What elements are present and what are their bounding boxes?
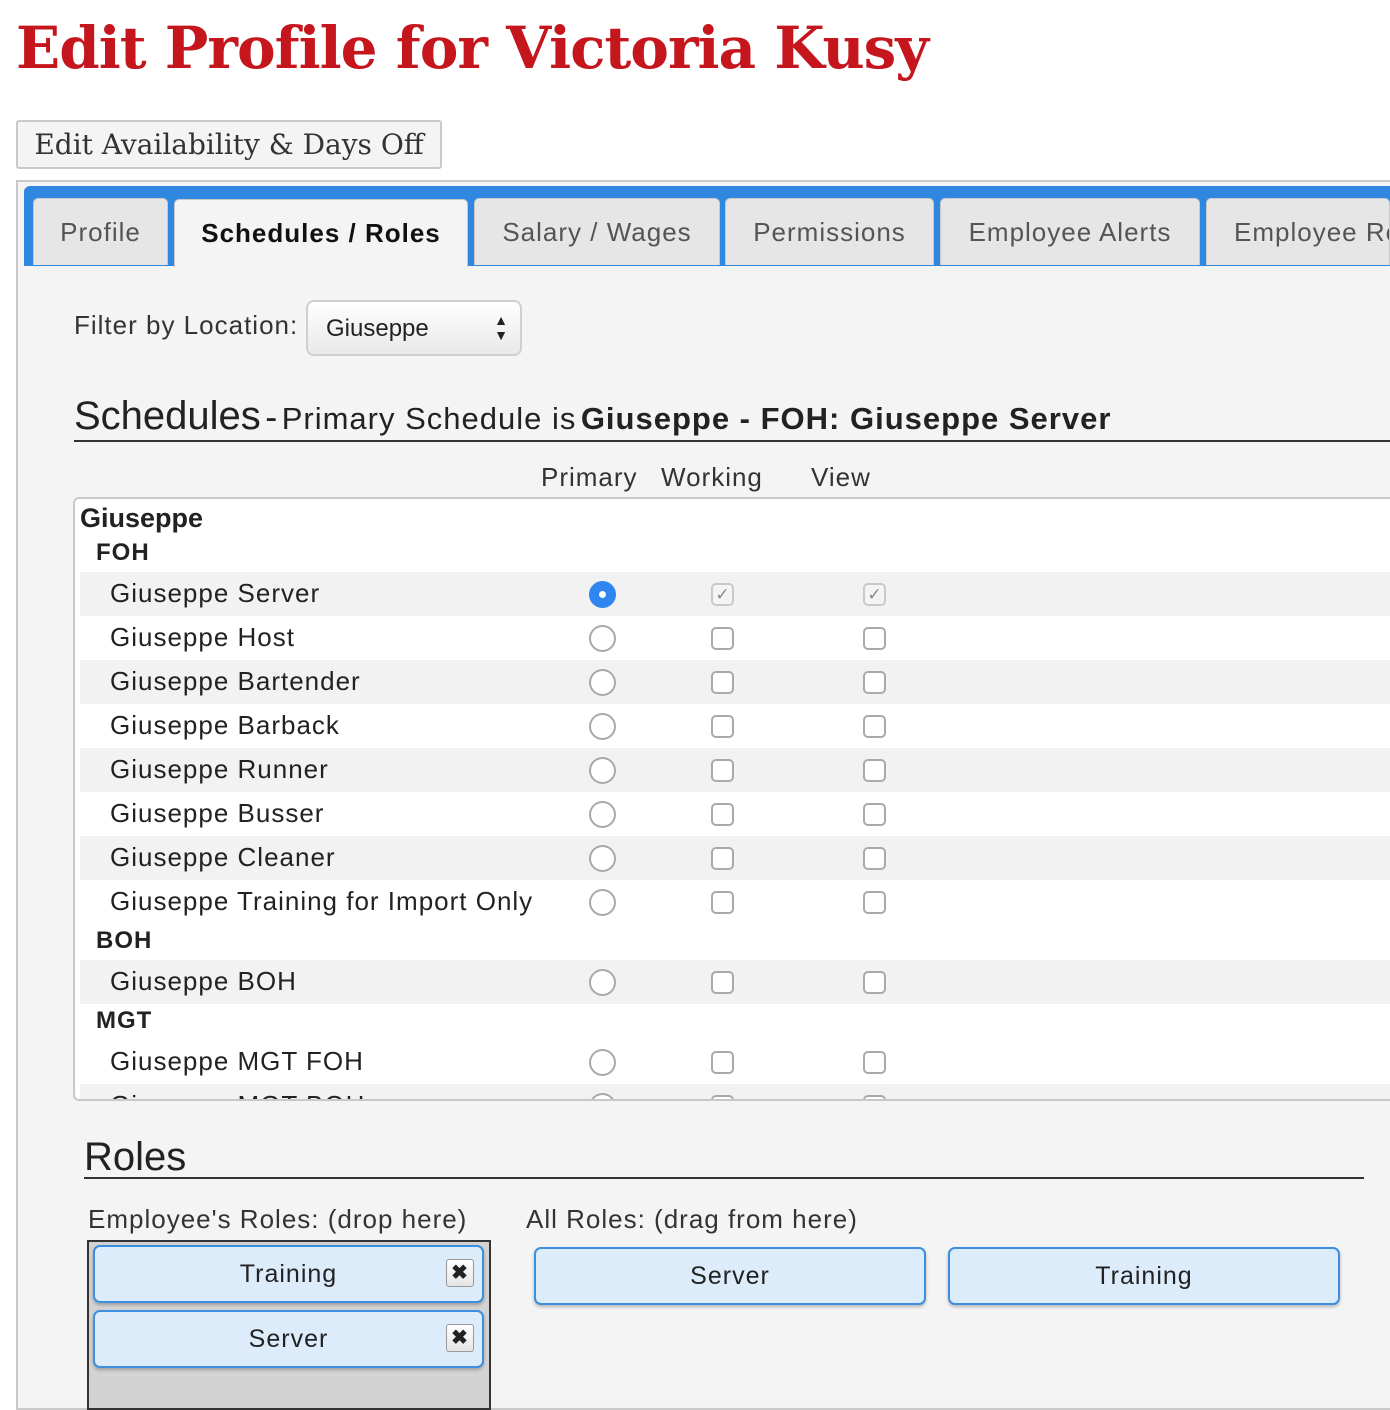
roles-heading: Roles xyxy=(84,1135,1364,1179)
view-checkbox[interactable] xyxy=(863,1095,886,1099)
primary-schedule-value: Giuseppe - FOH: Giuseppe Server xyxy=(580,401,1112,436)
remove-role-icon[interactable]: ✖ xyxy=(446,1324,474,1352)
primary-schedule-prefix: Primary Schedule is xyxy=(281,401,577,436)
group-mgt: MGT xyxy=(96,1007,153,1034)
column-working: Working xyxy=(661,462,763,492)
page-title: Edit Profile for Victoria Kusy xyxy=(16,14,929,82)
view-checkbox[interactable] xyxy=(863,891,886,914)
tab-salary-wages[interactable]: Salary / Wages xyxy=(474,198,720,265)
schedules-separator: - xyxy=(265,396,278,437)
schedule-name: Giuseppe MGT FOH xyxy=(110,1046,364,1076)
working-checkbox[interactable] xyxy=(711,759,734,782)
view-checkbox[interactable]: ✓ xyxy=(863,583,886,606)
working-checkbox[interactable] xyxy=(711,971,734,994)
working-checkbox[interactable] xyxy=(711,847,734,870)
working-checkbox[interactable] xyxy=(711,627,734,650)
primary-radio[interactable] xyxy=(589,845,616,872)
schedule-name: Giuseppe Busser xyxy=(110,798,325,828)
view-checkbox[interactable] xyxy=(863,971,886,994)
edit-availability-button[interactable]: Edit Availability & Days Off xyxy=(16,120,442,169)
role-label: Training xyxy=(1095,1262,1193,1290)
working-checkbox[interactable] xyxy=(711,891,734,914)
role-label: Training xyxy=(239,1260,338,1288)
employee-role-training[interactable]: Training ✖ xyxy=(93,1245,484,1303)
column-primary: Primary xyxy=(541,462,638,492)
primary-radio[interactable] xyxy=(589,889,616,916)
view-checkbox[interactable] xyxy=(863,1051,886,1074)
working-checkbox[interactable] xyxy=(711,1051,734,1074)
schedule-row: Giuseppe Busser xyxy=(80,792,1390,836)
schedule-row: Giuseppe BOH xyxy=(80,960,1390,1004)
schedule-name: Giuseppe Training for Import Only xyxy=(110,886,534,916)
view-checkbox[interactable] xyxy=(863,627,886,650)
schedule-name: Giuseppe Cleaner xyxy=(110,842,336,872)
remove-role-icon[interactable]: ✖ xyxy=(446,1259,474,1287)
available-role-training[interactable]: Training xyxy=(948,1247,1340,1305)
location-select[interactable]: Giuseppe ▲ ▼ xyxy=(306,300,522,356)
schedule-name: Giuseppe Host xyxy=(110,622,295,652)
tab-employee-re[interactable]: Employee Re xyxy=(1206,198,1390,265)
primary-radio[interactable] xyxy=(589,625,616,652)
column-view: View xyxy=(811,462,871,492)
primary-radio[interactable] xyxy=(589,581,616,608)
available-role-server[interactable]: Server xyxy=(534,1247,926,1305)
tab-schedules-roles[interactable]: Schedules / Roles xyxy=(174,199,468,267)
schedule-row: Giuseppe Bartender xyxy=(80,660,1390,704)
working-checkbox[interactable] xyxy=(711,715,734,738)
primary-radio[interactable] xyxy=(589,1093,616,1099)
role-label: Server xyxy=(690,1262,770,1290)
primary-radio[interactable] xyxy=(589,669,616,696)
schedule-name: Giuseppe Barback xyxy=(110,710,340,740)
group-boh: BOH xyxy=(96,927,153,954)
tab-profile[interactable]: Profile xyxy=(33,198,168,265)
primary-radio[interactable] xyxy=(589,969,616,996)
schedule-row: Giuseppe MGT BOH xyxy=(80,1084,1390,1099)
schedule-name: Giuseppe Server xyxy=(110,578,321,608)
location-select-value: Giuseppe xyxy=(326,315,429,342)
working-checkbox[interactable] xyxy=(711,671,734,694)
primary-radio[interactable] xyxy=(589,801,616,828)
schedule-name: Giuseppe Runner xyxy=(110,754,329,784)
primary-radio[interactable] xyxy=(589,713,616,740)
schedule-row: Giuseppe Runner xyxy=(80,748,1390,792)
view-checkbox[interactable] xyxy=(863,671,886,694)
schedule-row: Giuseppe Training for Import Only xyxy=(80,880,1390,924)
schedule-row: Giuseppe Server ✓ ✓ xyxy=(80,572,1390,616)
schedule-row: Giuseppe Cleaner xyxy=(80,836,1390,880)
view-checkbox[interactable] xyxy=(863,715,886,738)
tab-employee-alerts[interactable]: Employee Alerts xyxy=(940,198,1200,265)
view-checkbox[interactable] xyxy=(863,759,886,782)
schedule-row: Giuseppe MGT FOH xyxy=(80,1040,1390,1084)
working-checkbox[interactable] xyxy=(711,803,734,826)
schedule-name: Giuseppe Bartender xyxy=(110,666,361,696)
all-roles-label: All Roles: (drag from here) xyxy=(526,1204,858,1234)
primary-radio[interactable] xyxy=(589,1049,616,1076)
select-arrows-icon: ▲ ▼ xyxy=(494,312,508,343)
schedule-list[interactable]: Giuseppe FOH BOH MGT Giuseppe Server ✓ ✓ Gi… xyxy=(73,497,1390,1101)
location-name: Giuseppe xyxy=(80,503,204,533)
schedule-row: Giuseppe Host xyxy=(80,616,1390,660)
group-foh: FOH xyxy=(96,539,150,566)
working-checkbox[interactable]: ✓ xyxy=(711,583,734,606)
schedule-name: Giuseppe BOH xyxy=(110,966,297,996)
employee-roles-label: Employee's Roles: (drop here) xyxy=(88,1204,468,1234)
employee-role-server[interactable]: Server ✖ xyxy=(93,1310,484,1368)
schedule-row: Giuseppe Barback xyxy=(80,704,1390,748)
working-checkbox[interactable] xyxy=(711,1095,734,1099)
schedules-title: Schedules xyxy=(74,394,261,438)
schedule-name: Giuseppe MGT BOH xyxy=(110,1090,365,1099)
view-checkbox[interactable] xyxy=(863,803,886,826)
tab-permissions[interactable]: Permissions xyxy=(725,198,934,265)
primary-radio[interactable] xyxy=(589,757,616,784)
schedules-heading: Schedules - Primary Schedule is Giuseppe… xyxy=(74,394,1390,442)
view-checkbox[interactable] xyxy=(863,847,886,870)
role-label: Server xyxy=(248,1325,329,1353)
filter-location-label: Filter by Location: xyxy=(74,310,299,340)
